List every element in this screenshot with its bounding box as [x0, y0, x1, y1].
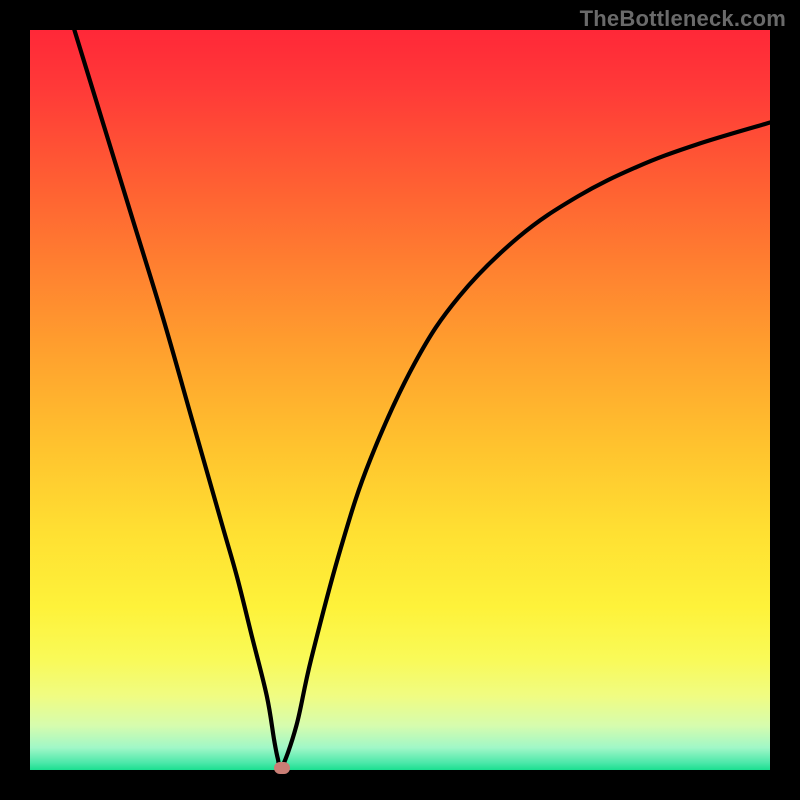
- chart-frame: TheBottleneck.com: [0, 0, 800, 800]
- watermark-text: TheBottleneck.com: [580, 6, 786, 32]
- bottleneck-curve: [30, 30, 770, 770]
- plot-area: [30, 30, 770, 770]
- optimal-point-marker: [274, 762, 290, 774]
